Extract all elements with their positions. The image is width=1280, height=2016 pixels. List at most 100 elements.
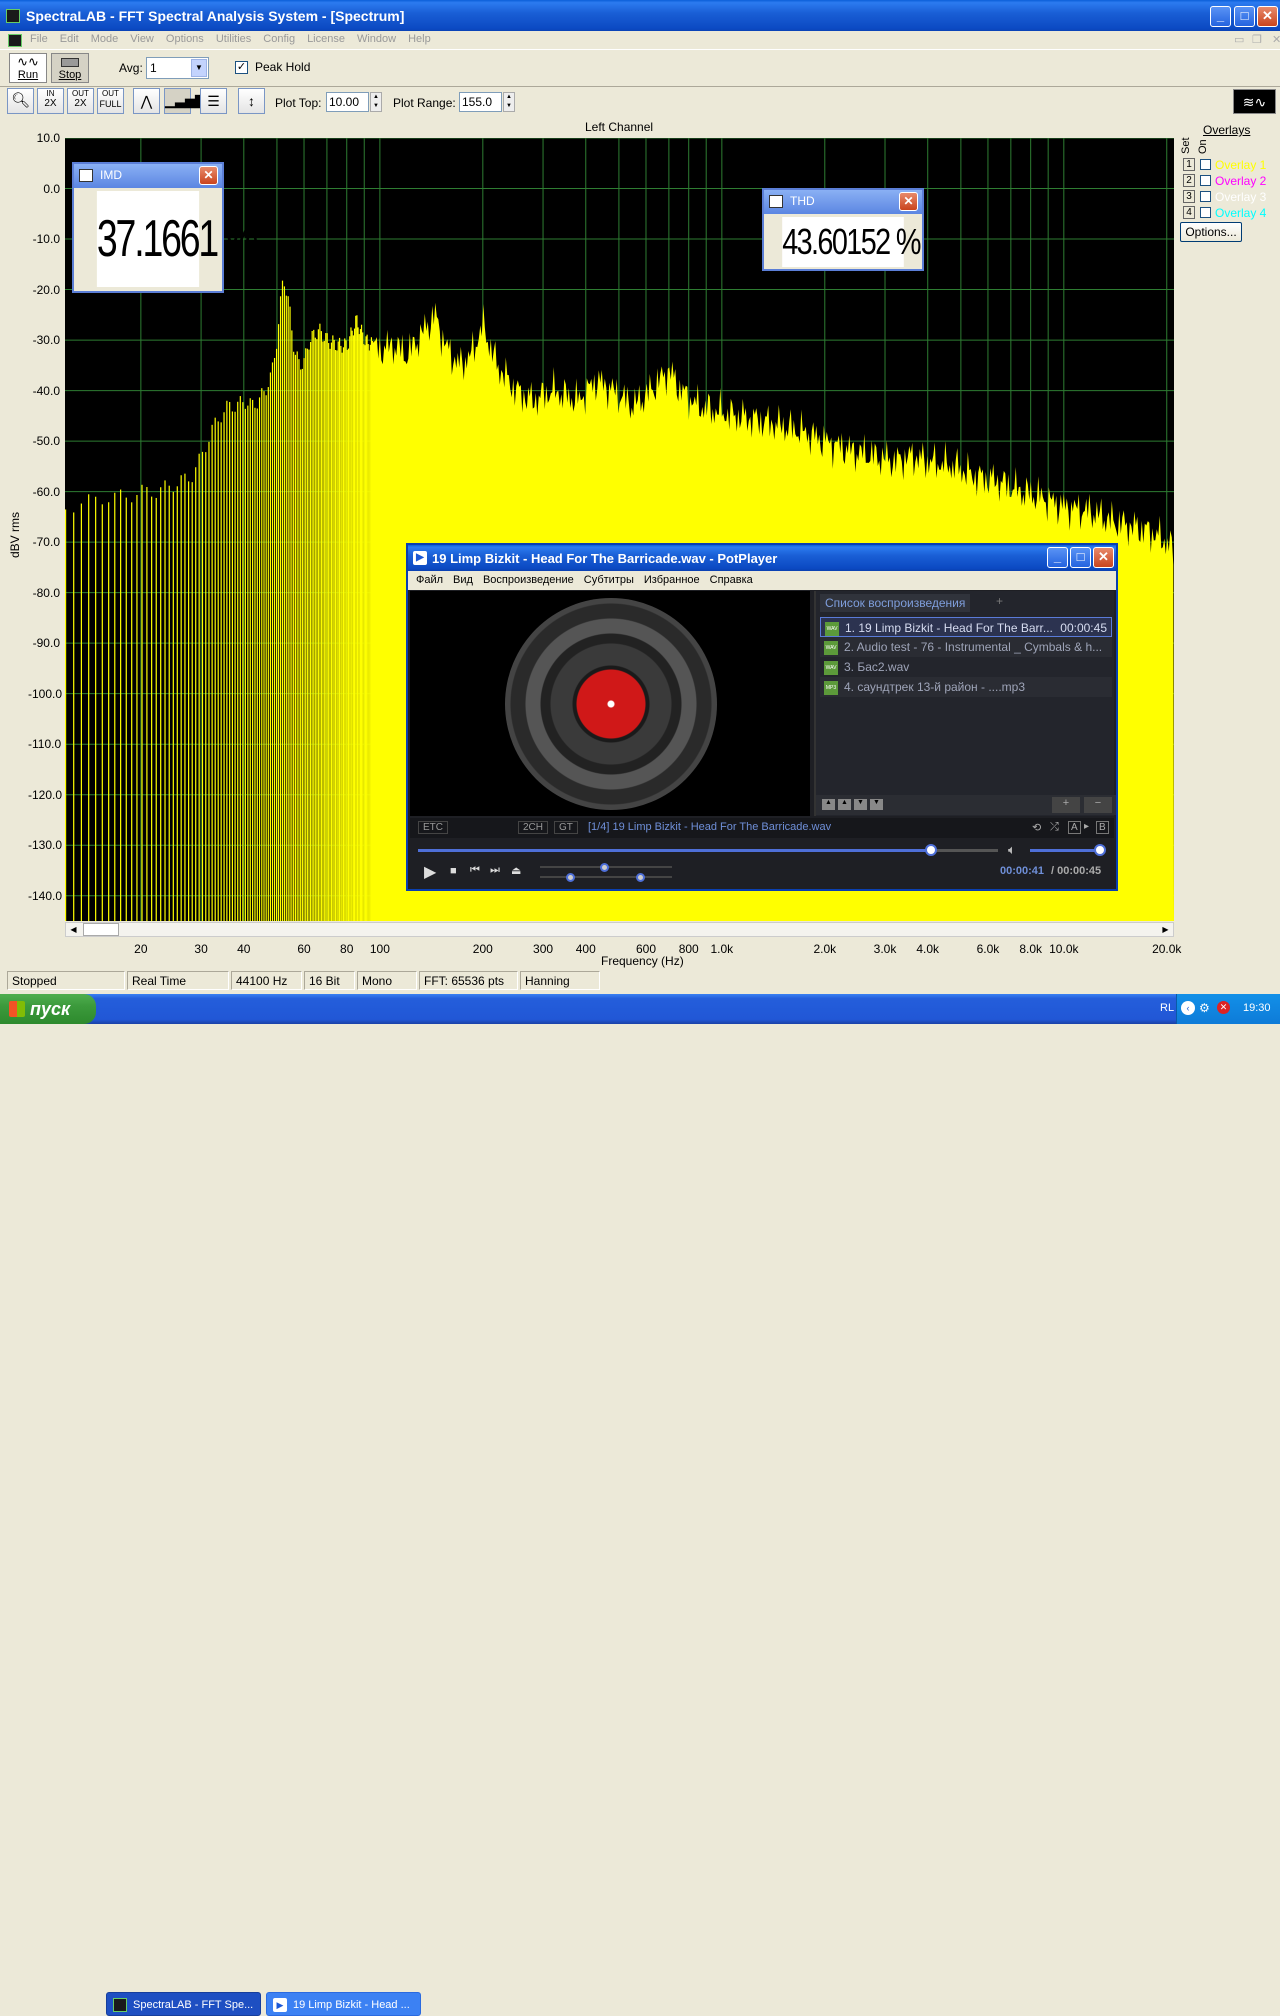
overlay-set-button[interactable]: 4 — [1183, 206, 1195, 219]
playlist-item[interactable]: WAV 2. Audio test - 76 - Instrumental _ C… — [820, 637, 1112, 657]
play-icon[interactable]: ▶ — [424, 862, 436, 882]
taskbar-spectralab[interactable]: SpectraLAB - FFT Spe... — [106, 1992, 261, 2016]
zoom-in-2x-button[interactable]: IN 2X — [37, 88, 64, 114]
pp-menu-view[interactable]: Вид — [448, 574, 478, 586]
chevron-down-icon[interactable]: ▼ — [191, 59, 207, 77]
scroll-left-icon[interactable]: ◀ — [66, 923, 81, 936]
seek-bar[interactable] — [418, 844, 998, 856]
network-icon[interactable]: ⚙ — [1199, 1001, 1210, 1015]
channels-button[interactable]: 2CH — [518, 821, 549, 834]
menu-config[interactable]: Config — [257, 33, 301, 45]
scroll-right-icon[interactable]: ▶ — [1158, 923, 1173, 936]
gt-button[interactable]: GT — [554, 821, 578, 834]
ab-repeat-icon[interactable]: A — [1068, 821, 1081, 834]
potplayer-window[interactable]: ▶ 19 Limp Bizkit - Head For The Barricad… — [406, 543, 1118, 891]
line-mode-button[interactable]: ⋀ — [133, 88, 160, 114]
mdi-close-icon[interactable]: ✕ — [1266, 33, 1280, 46]
imd-readout-window[interactable]: IMD ✕ 37.1661 % — [72, 162, 259, 293]
menu-mode[interactable]: Mode — [85, 33, 125, 45]
overlay-on-checkbox[interactable] — [1200, 191, 1211, 202]
overlay-options-button[interactable]: Options... — [1180, 222, 1242, 242]
playlist-item[interactable]: WAV 1. 19 Limp Bizkit - Head For The Barr… — [820, 617, 1112, 637]
bar-mode-button[interactable]: ▁▃▅▇ — [164, 88, 205, 114]
eq-knob-3[interactable] — [636, 873, 645, 882]
equalizer-sliders[interactable] — [540, 863, 672, 882]
pp-menu-favorites[interactable]: Избранное — [639, 574, 705, 586]
avg-select[interactable]: 1 ▼ — [146, 57, 209, 79]
mdi-restore-icon[interactable]: ❐ — [1246, 33, 1268, 46]
playlist-item[interactable]: MP3 4. саундтрек 13-й район - ....mp3 — [820, 677, 1112, 697]
next-track-icon[interactable]: ⏭︎ — [490, 864, 500, 877]
shuffle-icon[interactable]: ⤮ — [1050, 821, 1059, 834]
settings-button[interactable]: ☰ — [200, 88, 227, 114]
seek-knob[interactable] — [925, 844, 938, 856]
run-button[interactable]: ∿∿ Run — [9, 53, 47, 83]
pp-menu-playback[interactable]: Воспроизведение — [478, 574, 579, 586]
overlay-set-button[interactable]: 3 — [1183, 190, 1195, 203]
pp-menu-subtitles[interactable]: Субтитры — [579, 574, 639, 586]
start-button[interactable]: пуск — [0, 994, 96, 1024]
playlist-item[interactable]: WAV 3. Бас2.wav — [820, 657, 1112, 677]
language-indicator[interactable]: RL — [1160, 1002, 1174, 1014]
close-button[interactable]: ✕ — [1257, 6, 1278, 27]
scroll-thumb[interactable] — [83, 923, 119, 936]
taskbar-potplayer[interactable]: ▶ 19 Limp Bizkit - Head ... — [266, 1992, 421, 2016]
vertical-scale-button[interactable]: ↕ — [238, 88, 265, 114]
thd-readout-window[interactable]: THD ✕ 43.60152 % — [762, 188, 924, 271]
repeat-icon[interactable]: ⟲ — [1032, 821, 1041, 834]
eq-knob-2[interactable] — [566, 873, 575, 882]
plot-top-input[interactable]: 10.00 — [326, 92, 369, 112]
menu-utilities[interactable]: Utilities — [210, 33, 257, 45]
move-top-icon[interactable]: ▲ — [822, 799, 835, 810]
pp-menu-help[interactable]: Справка — [705, 574, 758, 586]
menu-file[interactable]: File — [24, 33, 54, 45]
zoom-out-2x-button[interactable]: OUT 2X — [67, 88, 94, 114]
next-icon[interactable]: ▸ — [1084, 821, 1089, 832]
stop-button[interactable]: Stop — [51, 53, 89, 83]
overlay-on-checkbox[interactable] — [1200, 159, 1211, 170]
volume-bar[interactable] — [1030, 844, 1107, 856]
previous-icon[interactable]: ⏮︎ — [470, 864, 480, 877]
playlist-tab[interactable]: Список воспроизведения — [820, 594, 971, 612]
volume-knob[interactable] — [1094, 844, 1107, 856]
plot-range-input[interactable]: 155.0 — [459, 92, 502, 112]
menu-license[interactable]: License — [301, 33, 351, 45]
menu-window[interactable]: Window — [351, 33, 402, 45]
video-area[interactable] — [410, 591, 810, 816]
maximize-button[interactable]: □ — [1234, 6, 1255, 27]
overlay-on-checkbox[interactable] — [1200, 175, 1211, 186]
move-bottom-icon[interactable]: ▼ — [870, 799, 883, 810]
zoom-full-button[interactable]: OUT FULL — [97, 88, 124, 114]
playlist-remove-button[interactable]: − — [1084, 797, 1112, 813]
potplayer-maximize-button[interactable]: □ — [1070, 547, 1091, 568]
overlay-set-button[interactable]: 2 — [1183, 174, 1195, 187]
move-up-icon[interactable]: ▲ — [838, 799, 851, 810]
menu-options[interactable]: Options — [160, 33, 210, 45]
playlist-add-tab[interactable]: + — [996, 594, 1003, 608]
volume-icon[interactable]: 🔈︎ — [1008, 842, 1016, 858]
eject-icon[interactable]: ⏏︎ — [511, 864, 521, 877]
menu-edit[interactable]: Edit — [54, 33, 85, 45]
plot-scrollbar[interactable]: ◀ ▶ — [65, 922, 1174, 937]
security-alert-icon[interactable]: ✕ — [1217, 1001, 1230, 1014]
b-marker-icon[interactable]: B — [1096, 821, 1109, 834]
plot-range-spinner[interactable]: ▲ ▼ — [503, 92, 515, 112]
peak-hold-checkbox[interactable]: ✓ — [235, 61, 248, 74]
overlay-set-button[interactable]: 1 — [1183, 158, 1195, 171]
minimize-button[interactable]: _ — [1210, 6, 1231, 27]
move-down-icon[interactable]: ▼ — [854, 799, 867, 810]
tray-expand-icon[interactable]: ‹ — [1181, 1001, 1195, 1015]
menu-view[interactable]: View — [124, 33, 160, 45]
overlay-on-checkbox[interactable] — [1200, 207, 1211, 218]
etc-button[interactable]: ETC — [418, 821, 448, 834]
stop-icon[interactable]: ■ — [450, 865, 457, 877]
magnifier-button[interactable]: 🔍︎ — [7, 88, 34, 114]
potplayer-close-button[interactable]: ✕ — [1093, 547, 1114, 568]
thd-close-button[interactable]: ✕ — [899, 192, 918, 211]
playlist-add-button[interactable]: + — [1052, 797, 1080, 813]
imd-close-button[interactable]: ✕ — [199, 166, 218, 185]
pp-menu-file[interactable]: Файл — [411, 574, 448, 586]
potplayer-minimize-button[interactable]: _ — [1047, 547, 1068, 568]
eq-knob-1[interactable] — [600, 863, 609, 872]
menu-help[interactable]: Help — [402, 33, 437, 45]
